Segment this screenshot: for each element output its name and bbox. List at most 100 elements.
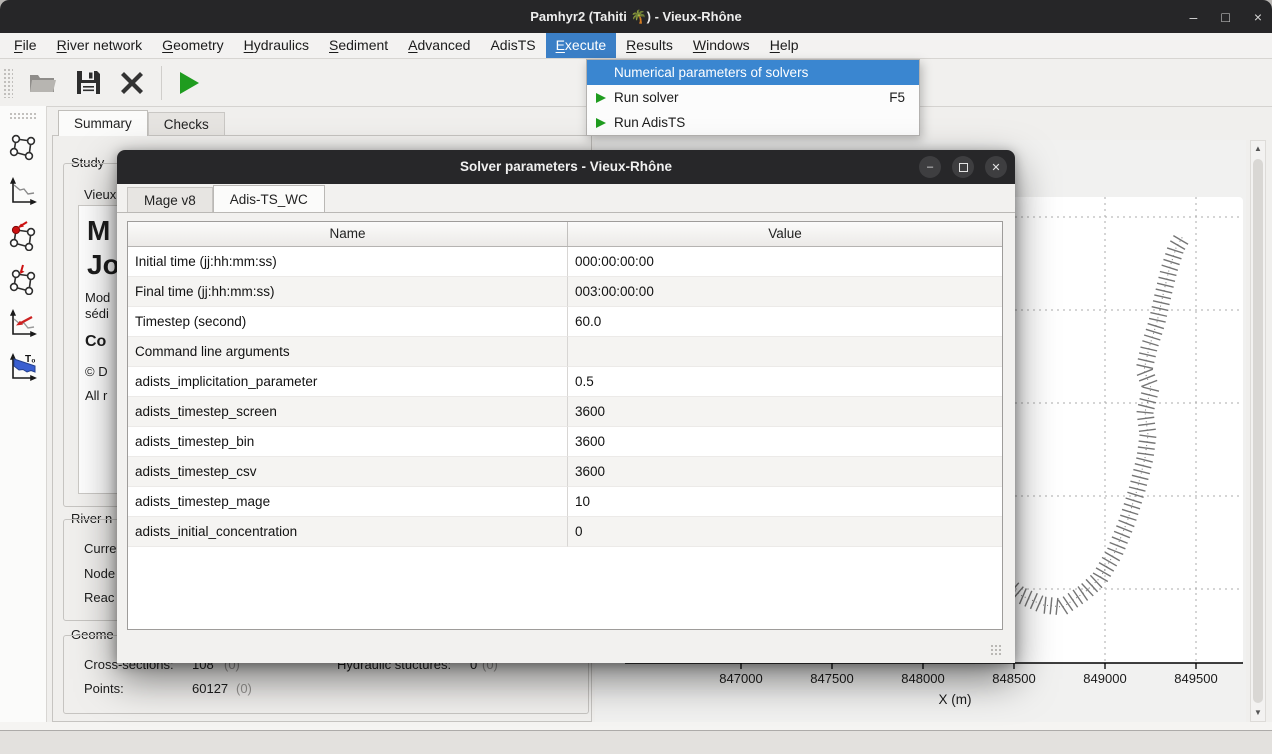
param-value-cell[interactable]: 3600	[568, 427, 1002, 457]
param-name-cell[interactable]: Timestep (second)	[128, 307, 568, 337]
current-reach-tool-button[interactable]	[5, 218, 41, 252]
plot-xlabel: X (m)	[939, 692, 972, 707]
menubar-item-execute[interactable]: Execute	[546, 33, 617, 58]
dialog-minimize-icon[interactable]: –	[919, 156, 941, 178]
table-row: Initial time (jj:hh:mm:ss)000:00:00:00	[128, 247, 1002, 277]
points-label: Points:	[84, 681, 124, 696]
tab-checks[interactable]: Checks	[148, 112, 225, 136]
chart-back-arrow-icon	[7, 307, 39, 339]
tab-summary[interactable]: Summary	[58, 110, 148, 136]
sidebar-drag-handle[interactable]	[9, 112, 37, 120]
study-desc-line2: sédi	[85, 306, 109, 321]
param-value-cell[interactable]: 60.0	[568, 307, 1002, 337]
menubar-item-help[interactable]: Help	[760, 33, 809, 58]
param-value-cell[interactable]: 003:00:00:00	[568, 277, 1002, 307]
dialog-maximize-icon[interactable]	[952, 156, 974, 178]
menubar-item-sediment[interactable]: Sediment	[319, 33, 398, 58]
open-button[interactable]	[26, 68, 60, 98]
table-row: adists_initial_concentration0	[128, 517, 1002, 547]
dialog-tab-adis-ts-wc[interactable]: Adis-TS_WC	[213, 185, 325, 212]
menu-play-icon	[595, 117, 613, 129]
param-value-cell[interactable]: 0	[568, 517, 1002, 547]
param-name-cell[interactable]: adists_timestep_csv	[128, 457, 568, 487]
param-value-cell[interactable]: 0.5	[568, 367, 1002, 397]
initial-conditions-tool-button[interactable]: T₀	[5, 350, 41, 384]
param-value-cell[interactable]: 3600	[568, 397, 1002, 427]
param-value-cell[interactable]: 3600	[568, 457, 1002, 487]
scroll-up-icon[interactable]: ▲	[1251, 142, 1265, 156]
folder-icon	[28, 70, 58, 96]
floppy-icon	[75, 69, 102, 96]
table-row: adists_timestep_screen3600	[128, 397, 1002, 427]
dialog-resize-grip[interactable]	[990, 644, 1003, 657]
menubar-item-advanced[interactable]: Advanced	[398, 33, 480, 58]
table-row: Timestep (second)60.0	[128, 307, 1002, 337]
menu-item-run-adists[interactable]: Run AdisTS	[587, 110, 919, 135]
points-extra: (0)	[236, 681, 252, 696]
param-name-cell[interactable]: Command line arguments	[128, 337, 568, 367]
menu-item-shortcut: F5	[889, 90, 905, 105]
menubar-item-results[interactable]: Results	[616, 33, 683, 58]
save-button[interactable]	[73, 67, 104, 98]
menubar-item-geometry[interactable]: Geometry	[152, 33, 233, 58]
maximize-icon[interactable]: □	[1221, 9, 1229, 25]
dialog-controls: – ✕	[919, 156, 1007, 178]
toolbar-drag-handle[interactable]	[3, 68, 13, 98]
window-title: Pamhyr2 (Tahiti 🌴) - Vieux-Rhône	[0, 0, 1272, 33]
menu-item-label: Numerical parameters of solvers	[614, 65, 808, 80]
dialog-tab-mage-v8[interactable]: Mage v8	[127, 187, 213, 212]
river-network-tool-button[interactable]	[5, 130, 41, 164]
menubar-item-hydraulics[interactable]: Hydraulics	[234, 33, 319, 58]
minimize-icon[interactable]: –	[1190, 9, 1198, 25]
param-name-cell[interactable]: adists_timestep_screen	[128, 397, 568, 427]
table-row: Final time (jj:hh:mm:ss)003:00:00:00	[128, 277, 1002, 307]
table-header-value: Value	[568, 222, 1002, 246]
close-icon[interactable]: ×	[1254, 9, 1262, 25]
window-bottom-strip	[0, 731, 1272, 754]
param-name-cell[interactable]: adists_implicitation_parameter	[128, 367, 568, 397]
network-current-node-icon	[7, 219, 39, 251]
param-value-cell[interactable]	[568, 337, 1002, 367]
menu-play-icon	[595, 92, 613, 104]
close-study-button[interactable]	[117, 68, 147, 98]
study-rights-fragment: All r	[85, 388, 107, 403]
param-name-cell[interactable]: Initial time (jj:hh:mm:ss)	[128, 247, 568, 277]
vertical-scrollbar[interactable]: ▲ ▼	[1250, 140, 1266, 722]
statusbar	[0, 722, 1272, 731]
menu-item-numerical-parameters-of-solvers[interactable]: Numerical parameters of solvers	[587, 60, 919, 85]
menubar-item-adists[interactable]: AdisTS	[480, 33, 545, 58]
execute-menu: Numerical parameters of solvers Run solve…	[586, 59, 920, 136]
param-name-cell[interactable]: adists_timestep_bin	[128, 427, 568, 457]
menubar-item-windows[interactable]: Windows	[683, 33, 760, 58]
dialog-close-icon[interactable]: ✕	[985, 156, 1007, 178]
param-name-cell[interactable]: adists_timestep_mage	[128, 487, 568, 517]
table-row: adists_timestep_bin3600	[128, 427, 1002, 457]
solver-parameters-dialog: Solver parameters - Vieux-Rhône – ✕ Mage…	[117, 150, 1015, 663]
edit-network-tool-button[interactable]	[5, 262, 41, 296]
river-network-row-fragment: Curre	[84, 541, 117, 556]
param-value-cell[interactable]: 000:00:00:00	[568, 247, 1002, 277]
menubar-item-file[interactable]: File	[4, 33, 47, 58]
table-body: Initial time (jj:hh:mm:ss)000:00:00:00Fi…	[128, 247, 1002, 547]
profile-results-tool-button[interactable]	[5, 306, 41, 340]
x-tick-label: 849500	[1174, 671, 1217, 686]
toolbar-separator	[161, 66, 162, 100]
param-name-cell[interactable]: Final time (jj:hh:mm:ss)	[128, 277, 568, 307]
x-tick-label: 848500	[992, 671, 1035, 686]
table-row: adists_timestep_mage10	[128, 487, 1002, 517]
menubar-item-river-network[interactable]: River network	[47, 33, 153, 58]
x-tick-label: 847000	[719, 671, 762, 686]
study-heading-fragment: Co	[85, 333, 106, 351]
table-header-row: Name Value	[128, 222, 1002, 247]
param-name-cell[interactable]: adists_initial_concentration	[128, 517, 568, 547]
dialog-tabbar: Mage v8Adis-TS_WC	[117, 184, 1015, 213]
scrollbar-thumb[interactable]	[1253, 159, 1263, 703]
results-profile-tool-button[interactable]	[5, 174, 41, 208]
table-row: adists_implicitation_parameter0.5	[128, 367, 1002, 397]
param-value-cell[interactable]: 10	[568, 487, 1002, 517]
menu-item-run-solver[interactable]: Run solver F5	[587, 85, 919, 110]
scroll-down-icon[interactable]: ▼	[1251, 706, 1265, 720]
menu-item-label: Run solver	[614, 90, 679, 105]
network-icon	[7, 131, 39, 163]
run-solver-button[interactable]	[175, 68, 203, 98]
